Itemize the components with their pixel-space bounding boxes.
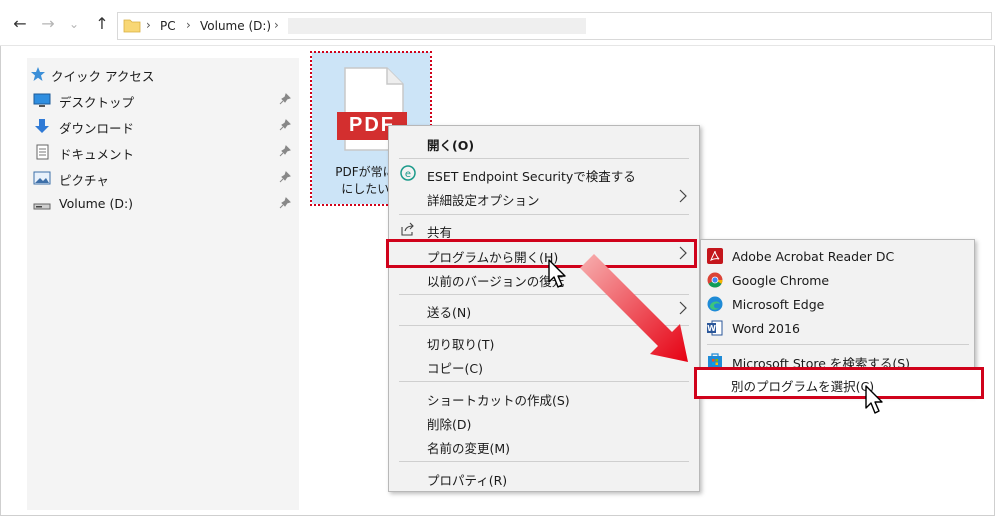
share-icon: [401, 222, 414, 236]
menu-item-label: ESET Endpoint Securityで検査する: [427, 169, 636, 184]
navigation-bar: ← → ⌄ ↑ › PC › Volume (D:) ›: [0, 0, 995, 46]
menu-item-label: コピー(C): [427, 361, 483, 376]
folder-icon: [123, 19, 141, 33]
menu-item-label: ショートカットの作成(S): [427, 393, 570, 408]
chevron-right-icon: [679, 189, 687, 203]
download-icon: [35, 119, 49, 133]
breadcrumb-separator: ›: [146, 18, 151, 32]
submenu-item-label: Microsoft Edge: [732, 297, 825, 312]
menu-item-label: 以前のバージョンの復元: [427, 274, 565, 289]
menu-separator: [399, 461, 689, 462]
menu-item-open[interactable]: 開く(O): [389, 131, 699, 153]
submenu-item-word-2016[interactable]: W Word 2016: [701, 316, 974, 340]
sidebar-item-label: デスクトップ: [59, 95, 135, 110]
forward-button[interactable]: →: [38, 14, 58, 34]
submenu-item-choose-another-app[interactable]: 別のプログラムを選択(C): [694, 367, 984, 399]
menu-item-delete[interactable]: 削除(D): [389, 410, 699, 432]
menu-item-label: 名前の変更(M): [427, 441, 511, 456]
pin-icon[interactable]: [279, 197, 291, 209]
annotation-arrow-icon: [580, 254, 688, 362]
submenu-item-google-chrome[interactable]: Google Chrome: [701, 268, 974, 292]
breadcrumb-volume-d[interactable]: Volume (D:): [200, 19, 271, 33]
menu-item-share[interactable]: 共有: [389, 218, 699, 240]
breadcrumb-separator: ›: [274, 18, 279, 32]
menu-item-label: 開く(O): [427, 138, 475, 153]
menu-item-create-shortcut[interactable]: ショートカットの作成(S): [389, 386, 699, 408]
breadcrumb-separator: ›: [186, 18, 191, 32]
menu-item-label: 切り取り(T): [427, 337, 495, 352]
up-button[interactable]: ↑: [92, 14, 112, 34]
sidebar-item-label: ドキュメント: [59, 147, 135, 162]
document-icon: [36, 144, 49, 160]
menu-item-label: 送る(N): [427, 305, 472, 320]
submenu-item-label: Word 2016: [732, 321, 800, 336]
pin-icon[interactable]: [279, 145, 291, 157]
menu-item-label: プロパティ(R): [427, 473, 508, 488]
submenu-item-microsoft-edge[interactable]: Microsoft Edge: [701, 292, 974, 316]
pin-icon[interactable]: [279, 93, 291, 105]
address-bar[interactable]: › PC › Volume (D:) ›: [117, 12, 992, 40]
sidebar-item-quick-access[interactable]: クイック アクセス: [27, 62, 299, 86]
back-button[interactable]: ←: [10, 14, 30, 34]
desktop-icon: [33, 93, 51, 107]
submenu-item-label: Adobe Acrobat Reader DC: [732, 249, 895, 264]
submenu-item-label: 別のプログラムを選択(C): [731, 379, 875, 394]
sidebar-item-label: Volume (D:): [59, 196, 134, 211]
menu-item-eset-scan[interactable]: e ESET Endpoint Securityで検査する: [389, 162, 699, 184]
menu-item-label: 削除(D): [427, 417, 472, 432]
pin-icon[interactable]: [279, 119, 291, 131]
mouse-cursor-icon: [548, 259, 566, 288]
menu-item-properties[interactable]: プロパティ(R): [389, 466, 699, 488]
sidebar-item-volume-d[interactable]: Volume (D:): [27, 192, 299, 216]
sidebar-item-label: ダウンロード: [59, 121, 135, 136]
picture-icon: [33, 171, 51, 185]
sidebar-item-desktop[interactable]: デスクトップ: [27, 88, 299, 112]
drive-icon: [33, 203, 51, 210]
recent-locations-button[interactable]: ⌄: [64, 14, 84, 34]
menu-separator: [707, 344, 969, 345]
star-icon: [31, 67, 45, 81]
sidebar-item-label: ピクチャ: [59, 173, 109, 188]
menu-item-label: 詳細設定オプション: [427, 193, 540, 208]
pin-icon[interactable]: [279, 171, 291, 183]
menu-separator: [399, 381, 689, 382]
navigation-pane: クイック アクセス デスクトップ ダウンロード ドキュメント ピクチャ Volu…: [27, 58, 299, 510]
svg-text:e: e: [405, 169, 411, 180]
breadcrumb-redacted: [288, 18, 586, 34]
menu-separator: [399, 158, 689, 159]
menu-item-rename[interactable]: 名前の変更(M): [389, 434, 699, 456]
sidebar-item-pictures[interactable]: ピクチャ: [27, 166, 299, 190]
eset-icon: e: [400, 165, 416, 181]
sidebar-item-label: クイック アクセス: [51, 69, 155, 84]
breadcrumb-pc[interactable]: PC: [160, 19, 176, 33]
submenu-item-adobe-reader[interactable]: Adobe Acrobat Reader DC: [701, 244, 974, 268]
menu-item-advanced-options[interactable]: 詳細設定オプション: [389, 186, 699, 208]
sidebar-item-downloads[interactable]: ダウンロード: [27, 114, 299, 138]
mouse-cursor-icon: [865, 385, 883, 414]
menu-separator: [399, 214, 689, 215]
sidebar-item-documents[interactable]: ドキュメント: [27, 140, 299, 164]
submenu-item-label: Google Chrome: [732, 273, 830, 288]
